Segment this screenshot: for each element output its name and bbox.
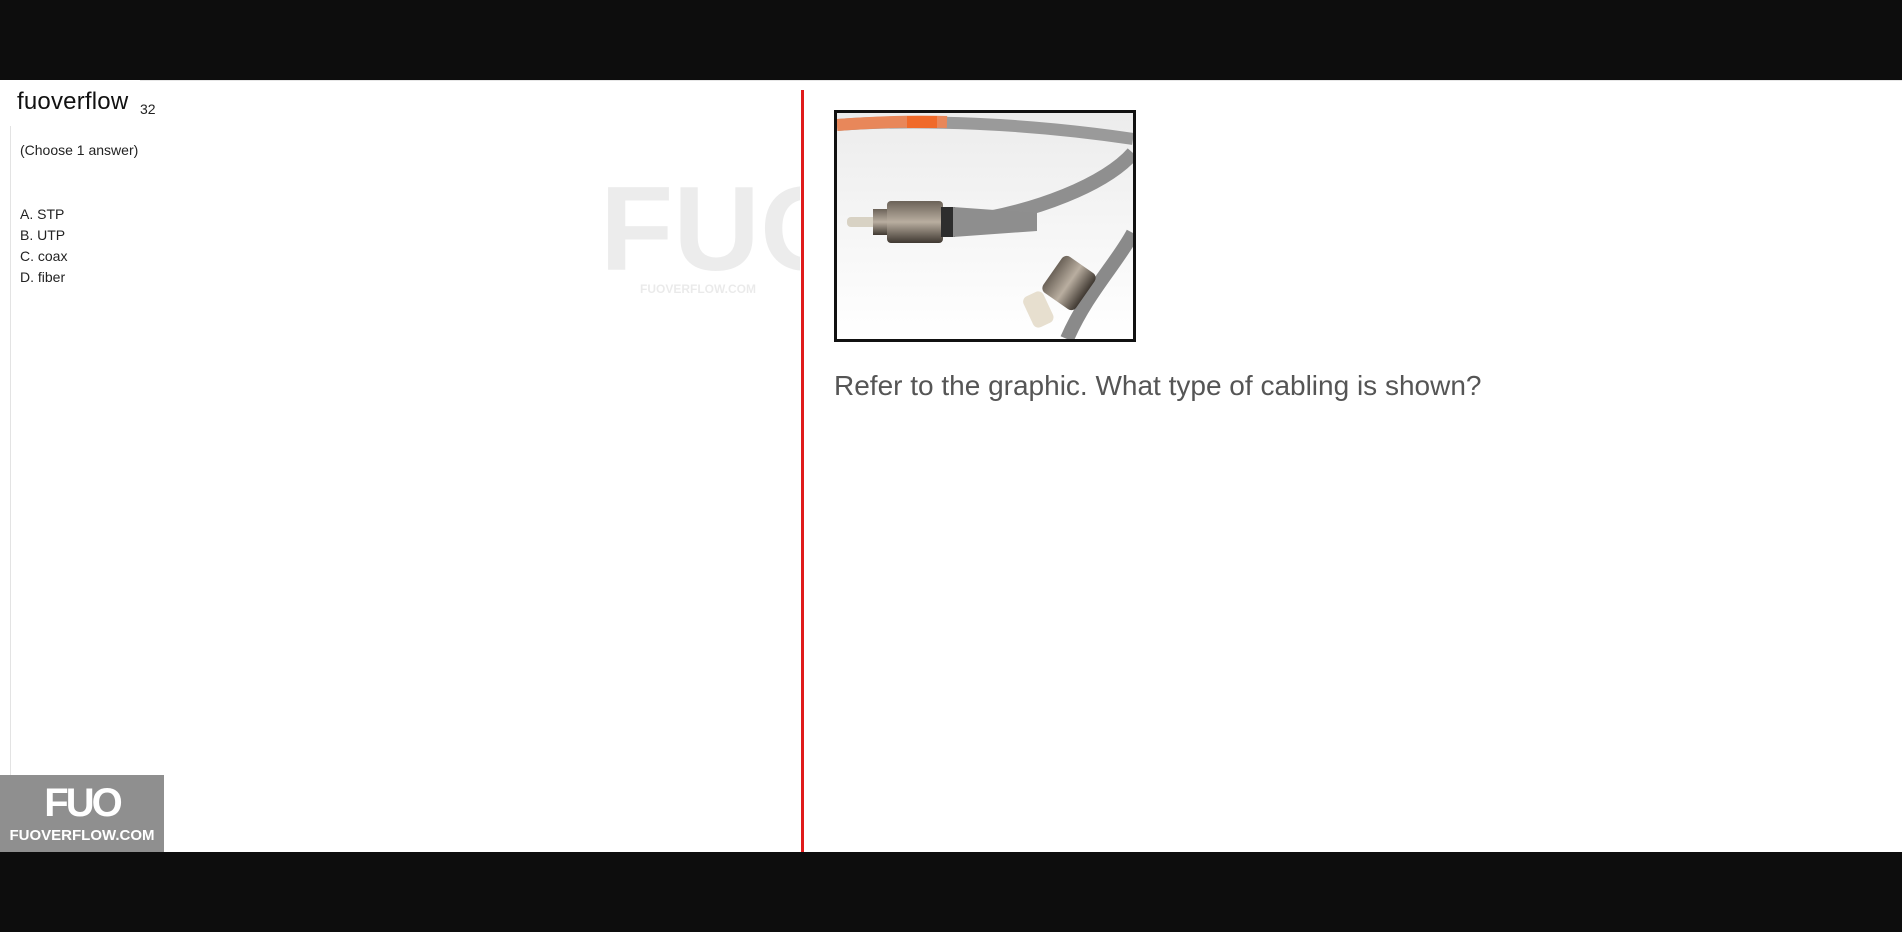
option-a[interactable]: A. STP — [20, 204, 67, 225]
question-number: 32 — [140, 101, 156, 117]
question-figure — [834, 110, 1136, 342]
fiber-optic-connector-icon — [837, 113, 1133, 339]
watermark-url: FUOVERFLOW.COM — [640, 282, 756, 296]
top-rule — [140, 80, 1902, 81]
site-badge: FUO FUOVERFLOW.COM — [0, 775, 164, 852]
panel-divider — [801, 90, 804, 852]
watermark-logo-text: FUO — [600, 162, 800, 296]
option-c[interactable]: C. coax — [20, 246, 67, 267]
brand-header: fuoverflow — [0, 80, 140, 124]
viewer-content: fuoverflow 32 (Choose 1 answer) A. STP B… — [0, 80, 1902, 852]
option-b[interactable]: B. UTP — [20, 225, 67, 246]
answer-instruction: (Choose 1 answer) — [20, 142, 139, 158]
answer-options: A. STP B. UTP C. coax D. fiber — [20, 204, 67, 288]
brand-name: fuoverflow — [17, 88, 129, 115]
question-text: Refer to the graphic. What type of cabli… — [834, 370, 1482, 401]
badge-logo: FUO — [44, 781, 122, 825]
watermark-logo: FUO — [600, 162, 800, 296]
option-d[interactable]: D. fiber — [20, 267, 67, 288]
left-border — [10, 126, 11, 852]
badge-url: FUOVERFLOW.COM — [9, 827, 155, 844]
